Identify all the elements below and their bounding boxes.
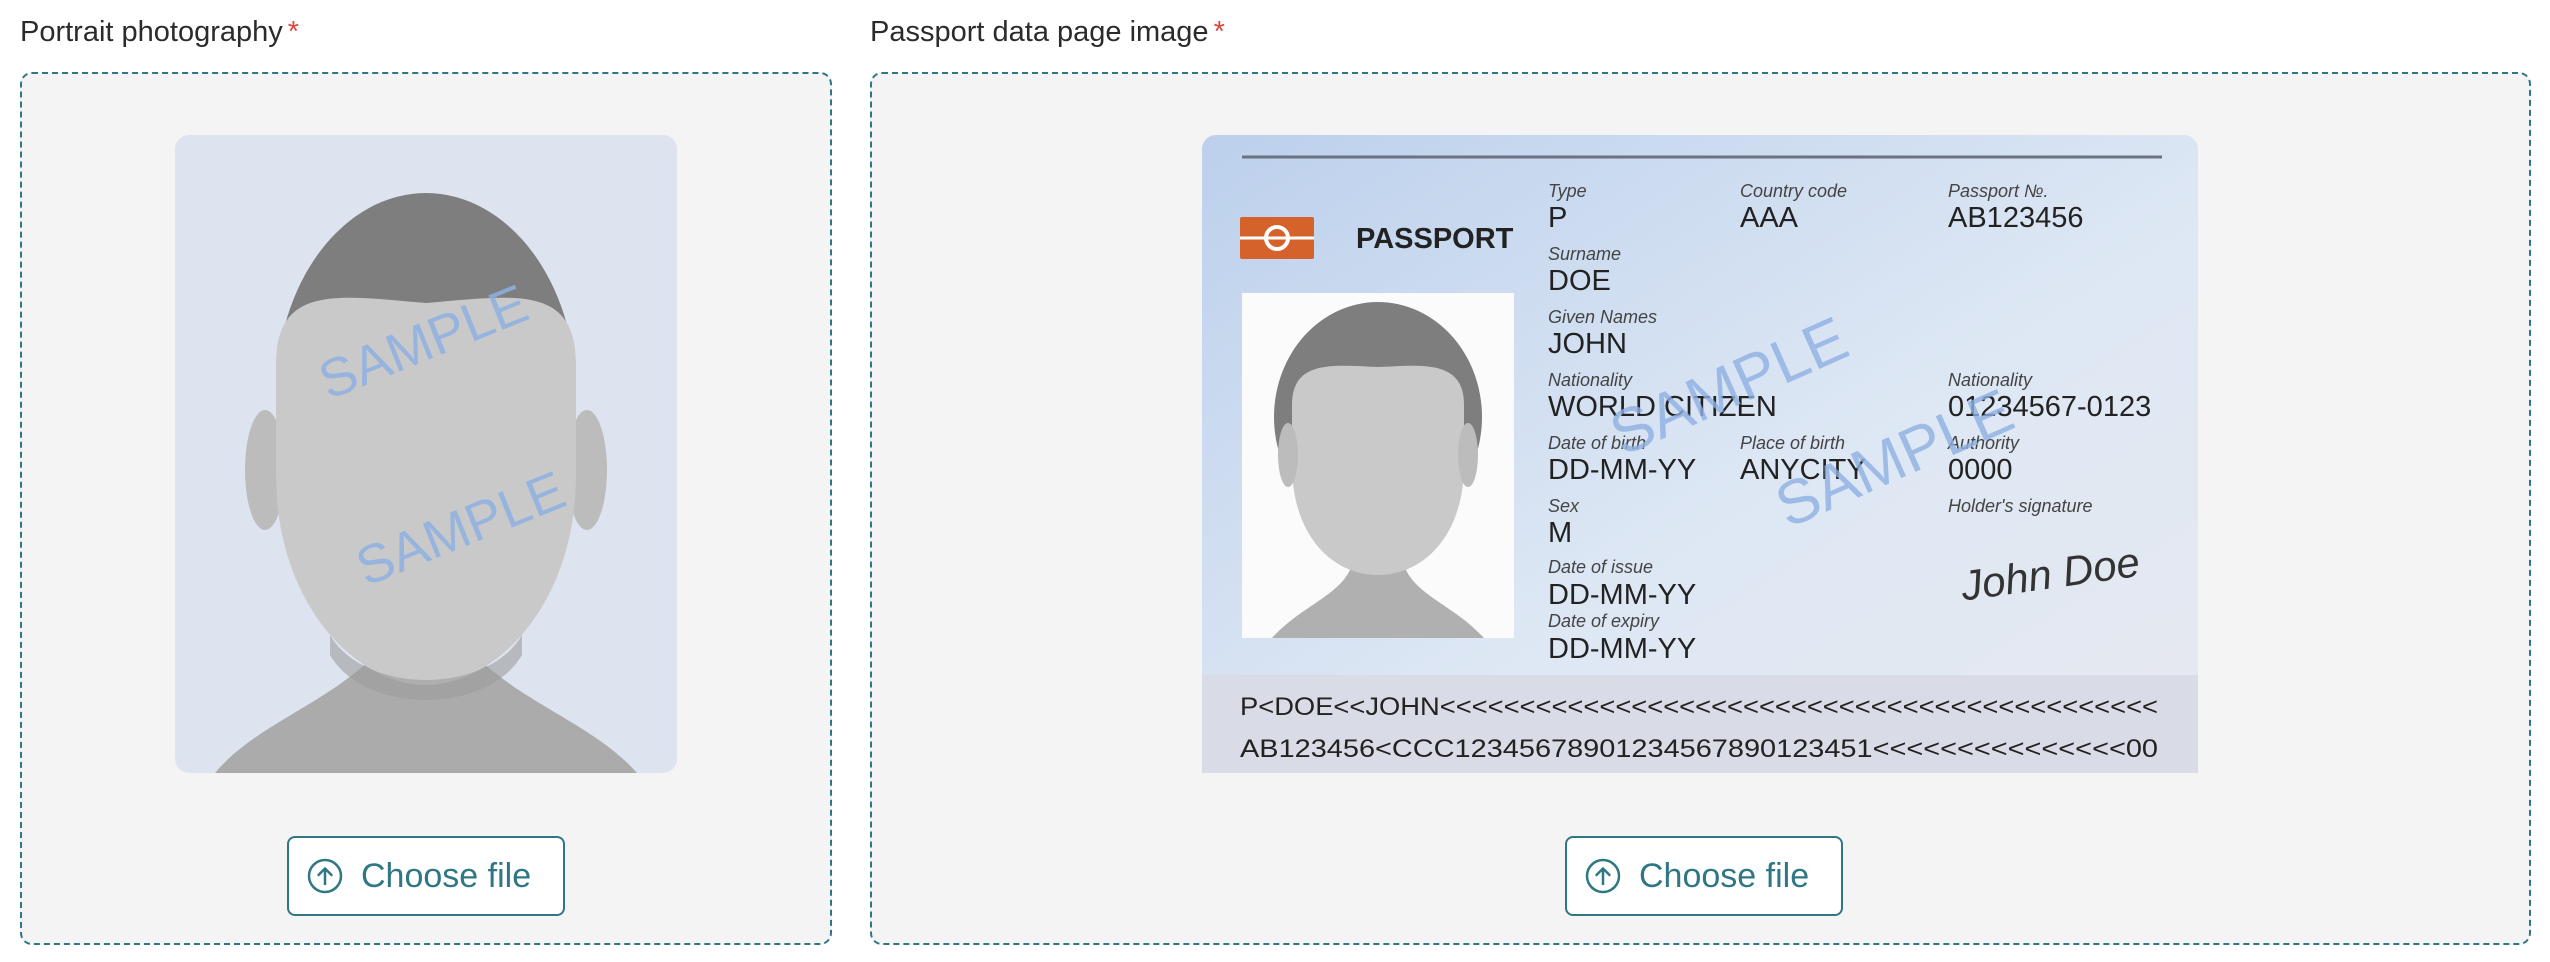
type-value: P bbox=[1548, 202, 1567, 234]
portrait-label-text: Portrait photography bbox=[20, 16, 283, 48]
portrait-label: Portrait photography * bbox=[20, 16, 299, 49]
upload-arrow-circle-icon bbox=[307, 858, 343, 894]
dob-value: DD-MM-YY bbox=[1548, 454, 1696, 486]
given-names-value: JOHN bbox=[1548, 328, 1627, 360]
sex-label: Sex bbox=[1548, 496, 1580, 516]
passport-sample-image: PASSPORT Type Country code Passport №. S… bbox=[1202, 135, 2198, 773]
passport-no-label: Passport №. bbox=[1948, 181, 2049, 201]
portrait-choose-file-button[interactable]: Choose file bbox=[287, 836, 565, 916]
signature-label: Holder's signature bbox=[1948, 496, 2093, 516]
expiry-value: DD-MM-YY bbox=[1548, 633, 1696, 665]
passport-title: PASSPORT bbox=[1356, 223, 1514, 255]
upload-arrow-circle-icon bbox=[1585, 858, 1621, 894]
mrz-line-1: P<DOE<<JOHN<<<<<<<<<<<<<<<<<<<<<<<<<<<<<… bbox=[1240, 693, 2158, 721]
issue-value: DD-MM-YY bbox=[1548, 579, 1696, 611]
sex-value: M bbox=[1548, 517, 1572, 549]
passport-label-text: Passport data page image bbox=[870, 16, 1209, 48]
type-label: Type bbox=[1548, 181, 1587, 201]
passport-choose-file-button[interactable]: Choose file bbox=[1565, 836, 1843, 916]
portrait-sample-image: SAMPLE SAMPLE bbox=[175, 135, 677, 773]
country-code-label: Country code bbox=[1740, 181, 1847, 201]
nationality-label: Nationality bbox=[1548, 370, 1633, 390]
passport-emblem-icon bbox=[1240, 217, 1314, 259]
expiry-label: Date of expiry bbox=[1548, 611, 1660, 631]
choose-file-label: Choose file bbox=[1639, 856, 1810, 895]
mrz-line-2: AB123456<CCC12345678901234567890123451<<… bbox=[1240, 735, 2158, 763]
required-marker: * bbox=[1213, 16, 1225, 48]
passport-no-value: AB123456 bbox=[1948, 202, 2083, 234]
country-code-value: AAA bbox=[1740, 202, 1799, 234]
given-names-label: Given Names bbox=[1548, 307, 1657, 327]
passport-photo bbox=[1242, 293, 1514, 638]
issue-label: Date of issue bbox=[1548, 557, 1653, 577]
passport-label: Passport data page image * bbox=[870, 16, 1225, 49]
surname-label: Surname bbox=[1548, 244, 1621, 264]
choose-file-label: Choose file bbox=[361, 856, 532, 895]
surname-value: DOE bbox=[1548, 265, 1611, 297]
required-marker: * bbox=[287, 16, 300, 48]
